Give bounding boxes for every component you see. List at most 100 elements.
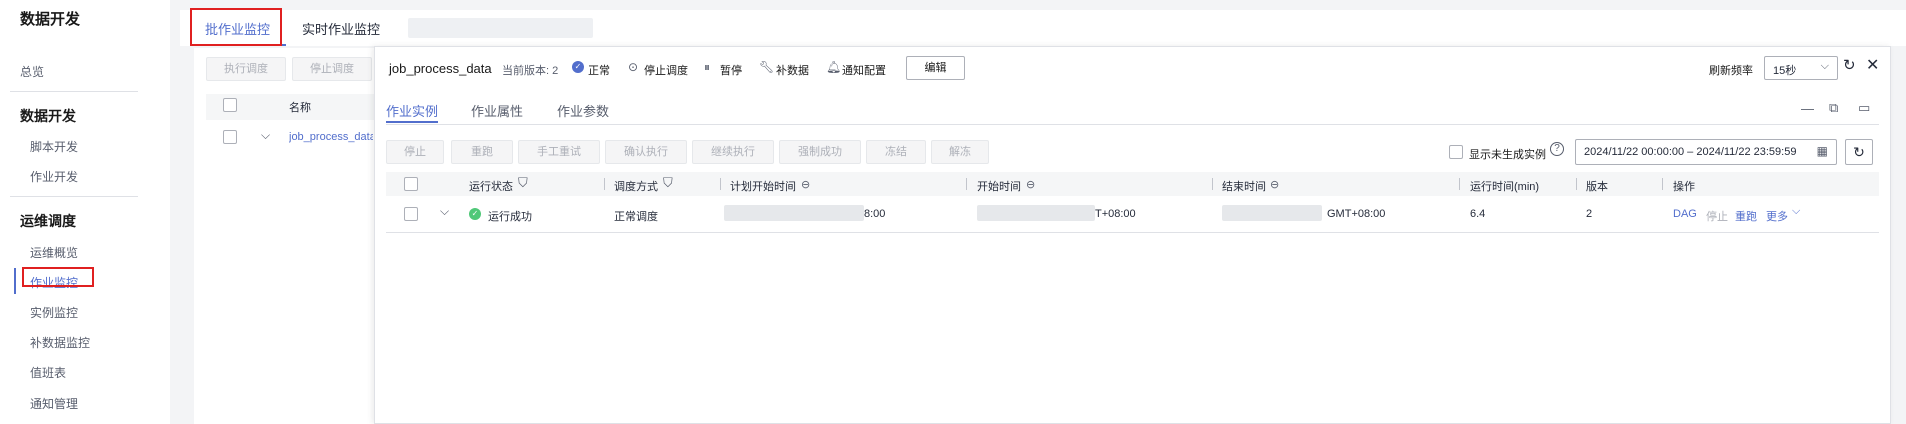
stop-button[interactable]: 停止 [386,140,444,164]
tab-realtime-monitor[interactable]: 实时作业监控 [302,19,380,38]
sidebar-title: 数据开发 [20,11,81,28]
filter-icon[interactable]: ⛉ [663,175,673,191]
stop-schedule-button[interactable]: 停止调度 [292,57,372,81]
rerun-button[interactable]: 重跑 [451,140,513,164]
schedule-type-value: 正常调度 [614,211,658,223]
show-ungenerated-label: 显示未生成实例 [1469,149,1546,161]
freeze-button[interactable]: 冻结 [866,140,926,164]
name-column-header: 名称 [289,102,311,114]
rerun-link[interactable]: 重跑 [1735,208,1757,224]
sidebar-item-script-dev[interactable]: 脚本开发 [30,138,78,155]
column-run-status: 运行状态 [469,181,513,193]
runtime-value: 6.4 [1470,208,1486,220]
maximize-icon[interactable]: ▭ [1858,100,1870,116]
row-checkbox[interactable] [404,207,418,221]
stop-schedule-action[interactable]: 停止调度 [644,62,688,78]
pause-icon: ⏸ [704,60,711,74]
sort-icon[interactable]: ⊖ [1026,178,1035,191]
sidebar-divider [10,91,138,92]
sidebar-item-overview[interactable]: 总览 [20,63,44,80]
confirm-execute-button[interactable]: 确认执行 [605,140,687,164]
restore-icon[interactable]: ⧉ [1829,100,1838,116]
close-icon[interactable]: ✕ [1866,55,1879,75]
refresh-icon[interactable]: ↻ [1843,56,1856,74]
wrench-icon: 🔧︎ [759,60,775,74]
stop-link[interactable]: 停止 [1706,208,1728,224]
column-separator [1212,178,1213,190]
tabs-divider [386,124,1879,125]
sidebar-item-ops-overview[interactable]: 运维概览 [30,244,78,261]
force-success-button[interactable]: 强制成功 [779,140,861,164]
success-icon: ✓ [469,208,481,220]
sort-icon[interactable]: ⊖ [1270,178,1279,191]
column-end-time: 结束时间 [1222,181,1266,193]
redacted-region [408,18,593,38]
stop-circle-icon: ⊙ [628,60,639,74]
job-name: job_process_data [389,61,492,76]
column-separator [720,178,721,190]
column-plan-start: 计划开始时间 [730,181,796,193]
sidebar-item-notification[interactable]: 通知管理 [30,395,78,412]
run-schedule-button[interactable]: 执行调度 [206,57,286,81]
tab-job-properties[interactable]: 作业属性 [471,101,523,120]
sidebar-item-instance-monitor[interactable]: 实例监控 [30,304,78,321]
notify-config-action[interactable]: 通知配置 [842,62,886,78]
start-time-value: T+08:00 [1095,208,1136,220]
sidebar-divider [10,196,138,197]
status-check-icon: ✓ [572,61,584,73]
continue-execute-button[interactable]: 继续执行 [692,140,774,164]
chevron-down-icon[interactable]: ⌵ [261,128,270,143]
sidebar-separator [170,0,180,424]
more-link[interactable]: 更多 [1766,208,1788,224]
column-version: 版本 [1586,181,1608,193]
table-select-all-checkbox[interactable] [404,177,418,191]
sidebar-item-duty-table[interactable]: 值班表 [30,364,66,381]
edit-button[interactable]: 编辑 [906,56,965,80]
plan-start-value: 8:00 [864,208,886,220]
dag-link[interactable]: DAG [1673,208,1697,220]
backfill-action[interactable]: 补数据 [776,62,809,78]
show-ungenerated-checkbox[interactable] [1449,145,1463,159]
sidebar-item-job-dev[interactable]: 作业开发 [30,168,78,185]
pause-action[interactable]: 暂停 [720,62,742,78]
table-header [386,172,1879,196]
version-label: 当前版本: 2 [502,65,559,77]
column-separator [1459,178,1460,190]
row-checkbox[interactable] [223,130,237,144]
manual-retry-button[interactable]: 手工重试 [518,140,600,164]
sidebar-item-backfill-monitor[interactable]: 补数据监控 [30,334,90,351]
refresh-select[interactable]: 15秒 ⌵ [1764,56,1838,80]
unfreeze-button[interactable]: 解冻 [931,140,989,164]
chevron-down-icon[interactable]: ⌵ [440,204,449,219]
help-icon[interactable]: ? [1550,142,1564,156]
highlight-box-tab [190,8,282,46]
column-actions: 操作 [1673,181,1695,193]
sidebar-section-ops: 运维调度 [20,213,76,229]
redacted-start-time [977,205,1095,221]
status-label: 正常 [588,65,610,77]
version-value: 2 [1586,208,1593,220]
chevron-down-icon[interactable]: ⌵ [1792,205,1800,218]
refresh-value: 15秒 [1773,65,1797,77]
highlight-box-sidebar [22,267,94,287]
tab-job-instances[interactable]: 作业实例 [386,101,438,120]
date-range-picker[interactable]: 2024/11/22 00:00:00 – 2024/11/22 23:59:5… [1575,139,1837,165]
end-time-value: GMT+08:00 [1327,208,1386,220]
job-link[interactable]: job_process_data [289,131,373,143]
select-all-checkbox[interactable] [223,98,237,112]
column-schedule-type: 调度方式 [614,181,658,193]
minimize-icon[interactable]: — [1801,101,1814,116]
date-range-value: 2024/11/22 00:00:00 – 2024/11/22 23:59:5… [1584,146,1797,158]
tab-job-params[interactable]: 作业参数 [557,101,609,120]
sidebar-section-dev: 数据开发 [20,108,76,124]
column-separator [966,178,967,190]
filter-icon[interactable]: ⛉ [518,175,528,191]
sort-icon[interactable]: ⊖ [801,178,810,191]
row-divider [386,232,1879,233]
reload-button[interactable]: ↻ [1845,139,1873,165]
column-separator [604,178,605,190]
refresh-label: 刷新频率 [1709,65,1753,77]
calendar-icon: ▦ [1816,144,1828,158]
run-status-value: 运行成功 [488,211,532,223]
sidebar-active-indicator [14,268,16,294]
